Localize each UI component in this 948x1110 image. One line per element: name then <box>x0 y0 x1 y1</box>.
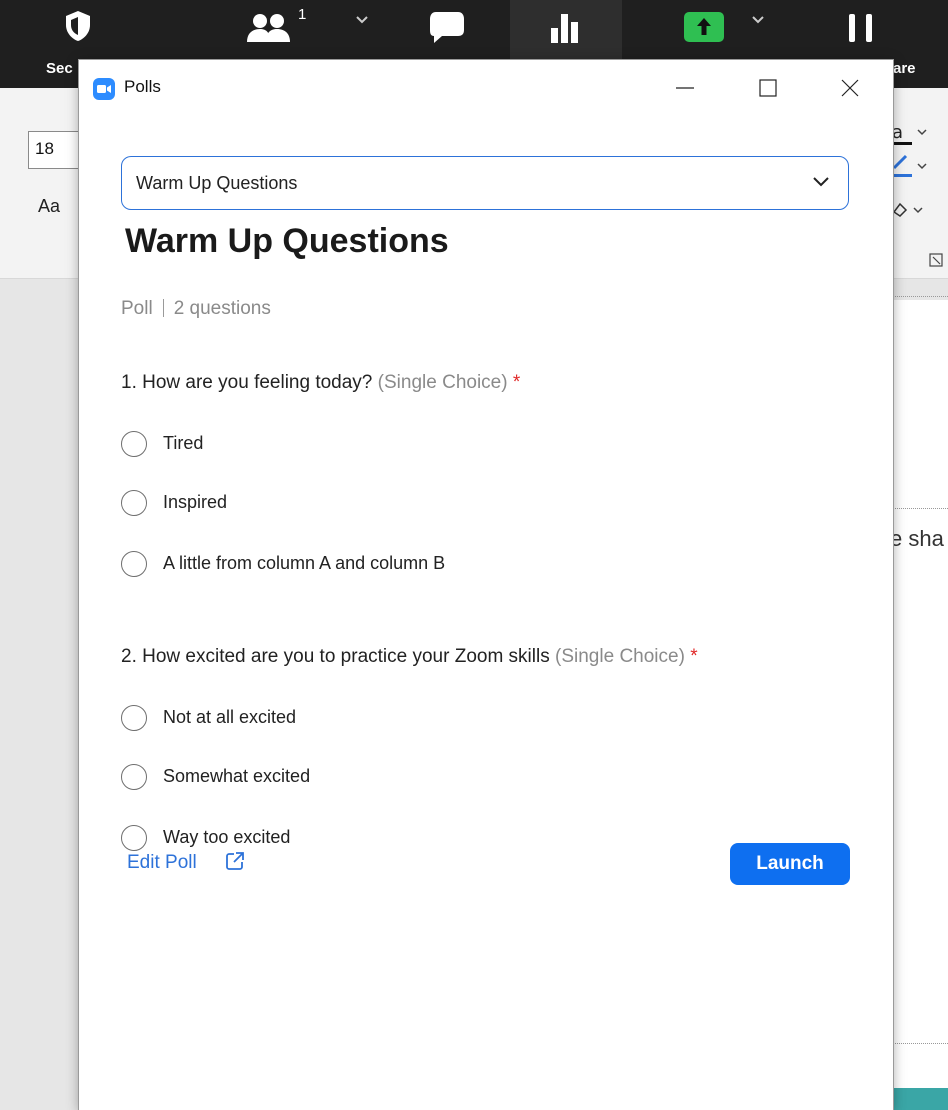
radio-button[interactable] <box>121 705 147 731</box>
participants-icon[interactable] <box>246 12 292 49</box>
launch-button[interactable]: Launch <box>730 843 850 885</box>
option-label: Not at all excited <box>163 707 297 727</box>
question-1: 1. How are you feeling today? (Single Ch… <box>121 372 520 394</box>
option-label: Inspired <box>163 492 228 512</box>
close-icon[interactable] <box>827 70 873 106</box>
maximize-icon[interactable] <box>745 70 791 106</box>
edit-poll-link[interactable]: Edit Poll <box>127 852 197 874</box>
option-label: Way too excited <box>163 827 291 847</box>
question-type: (Single Choice) <box>555 646 685 667</box>
participants-count: 1 <box>298 6 307 23</box>
polls-chart-icon[interactable] <box>549 12 581 49</box>
radio-button[interactable] <box>121 825 147 851</box>
ribbon-format-icons: a <box>892 118 948 278</box>
required-marker: * <box>690 646 698 667</box>
poll-select-dropdown[interactable]: Warm Up Questions <box>121 156 849 210</box>
external-link-icon[interactable] <box>225 851 245 876</box>
question-2: 2. How excited are you to practice your … <box>121 646 698 668</box>
change-case-button[interactable]: Aa <box>38 196 60 217</box>
share-chevron-icon[interactable] <box>751 12 765 30</box>
poll-select-value: Warm Up Questions <box>136 173 298 193</box>
radio-button[interactable] <box>121 431 147 457</box>
document-page <box>893 300 948 1110</box>
taskbar-strip <box>893 1088 948 1110</box>
chevron-down-icon <box>812 175 830 194</box>
polls-window: Polls Warm Up Questions Warm Up Question… <box>79 60 893 1110</box>
question-type: (Single Choice) <box>377 372 508 393</box>
option-label: Somewhat excited <box>163 766 311 786</box>
poll-meta: Poll 2 questions <box>121 298 271 320</box>
radio-button[interactable] <box>121 490 147 516</box>
document-body-text: e sha <box>890 526 944 551</box>
security-label[interactable]: Sec <box>46 60 73 77</box>
share-label[interactable]: are <box>893 60 916 77</box>
content-control-border-top <box>893 508 948 509</box>
question-text: 2. How excited are you to practice your … <box>121 646 550 667</box>
participants-chevron-icon[interactable] <box>355 12 369 30</box>
minimize-icon[interactable] <box>662 70 708 106</box>
radio-button[interactable] <box>121 764 147 790</box>
poll-question-count: 2 questions <box>173 298 271 319</box>
chat-icon[interactable] <box>428 10 466 51</box>
font-size-field[interactable]: 18 <box>28 131 80 169</box>
window-title: Polls <box>124 77 161 96</box>
radio-button[interactable] <box>121 551 147 577</box>
question-text: 1. How are you feeling today? <box>121 372 373 393</box>
content-control-border-bottom <box>893 1043 948 1044</box>
pause-icon[interactable] <box>846 12 876 49</box>
share-screen-icon[interactable] <box>684 12 724 47</box>
poll-type: Poll <box>121 298 153 319</box>
ruler-dots <box>893 296 948 297</box>
window-titlebar[interactable]: Polls <box>79 60 893 114</box>
option-label: A little from column A and column B <box>163 553 446 573</box>
security-shield-icon[interactable] <box>64 10 92 47</box>
zoom-app-icon <box>93 78 115 100</box>
required-marker: * <box>512 372 521 393</box>
option-label: Tired <box>163 433 204 453</box>
poll-title: Warm Up Questions <box>125 222 449 260</box>
meta-divider <box>162 299 164 317</box>
svg-text:a: a <box>892 122 903 143</box>
